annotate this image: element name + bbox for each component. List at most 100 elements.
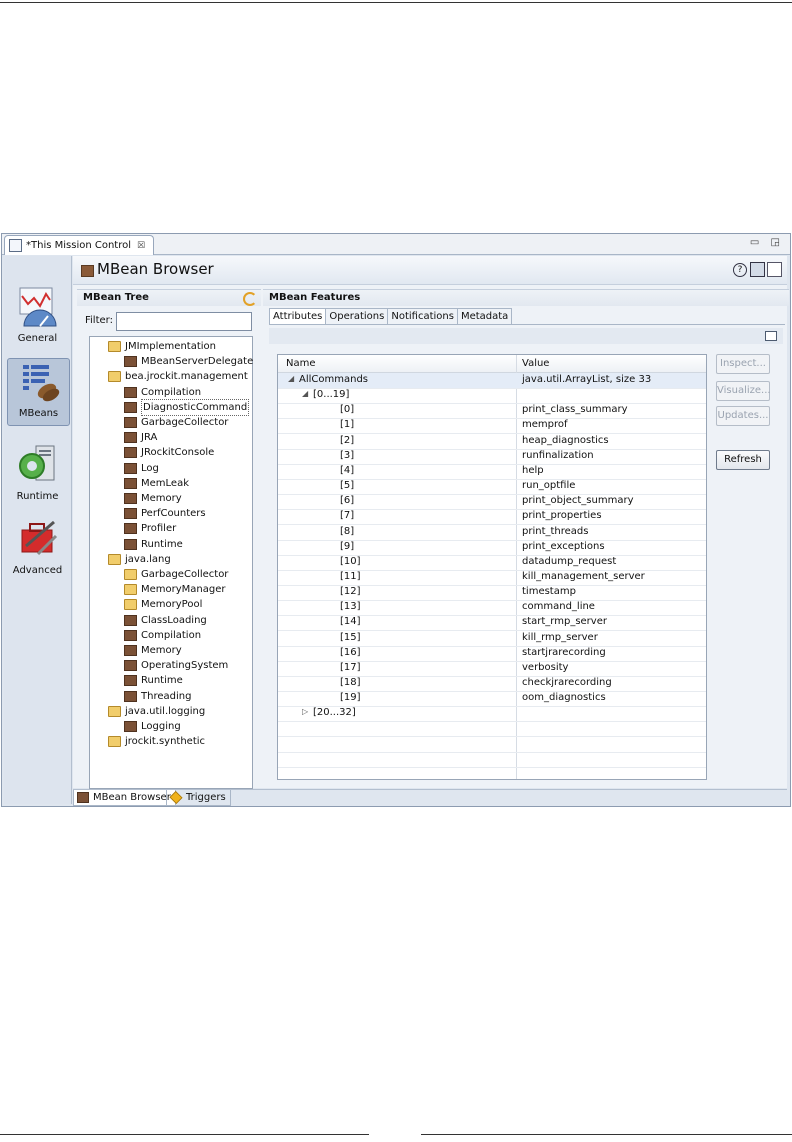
tree-node[interactable]: MBeanServerDelegate <box>124 354 253 369</box>
table-row[interactable]: [19] oom_diagnostics <box>278 691 706 708</box>
tree-node[interactable]: Memory <box>124 643 182 658</box>
tree-node[interactable]: GarbageCollector <box>124 415 228 430</box>
tree-node[interactable]: MemoryPool <box>124 597 202 612</box>
tab-triggers[interactable]: Triggers <box>166 790 231 806</box>
visualize-button[interactable]: Visualize... <box>716 381 771 401</box>
tree-node-label: JRockitConsole <box>141 447 215 459</box>
updates-button[interactable]: Updates... <box>716 406 770 426</box>
tree-node[interactable]: Log <box>124 461 159 476</box>
tree-node[interactable]: MemoryManager <box>124 582 226 597</box>
tree-node[interactable]: Logging <box>124 719 181 734</box>
tab-notifications[interactable]: Notifications <box>387 308 458 324</box>
table-row[interactable]: [0] print_class_summary <box>278 403 706 420</box>
editor-tab-title: *This Mission Control <box>26 240 131 251</box>
table-row[interactable]: [17] verbosity <box>278 661 706 677</box>
cell-value: runfinalization <box>522 449 594 461</box>
table-row[interactable]: [11] kill_management_server <box>278 570 706 586</box>
column-header-value[interactable]: Value <box>522 358 549 369</box>
tree-node[interactable]: Threading <box>124 689 191 704</box>
tree-node[interactable]: MemLeak <box>124 476 189 491</box>
tree-node[interactable]: Memory <box>124 491 182 506</box>
tree-node[interactable]: GarbageCollector <box>124 567 228 582</box>
sidebar-item-advanced[interactable]: Advanced <box>7 516 68 578</box>
tree-node[interactable]: PerfCounters <box>124 506 206 521</box>
folder-icon <box>124 569 137 580</box>
table-row[interactable]: [15] kill_rmp_server <box>278 631 706 647</box>
tree-node-label: Logging <box>141 721 181 732</box>
collapse-arrow-icon[interactable]: ◢ <box>302 389 308 398</box>
mbean-icon <box>124 432 137 444</box>
table-row[interactable]: [14] start_rmp_server <box>278 615 706 632</box>
layout-columns-icon[interactable] <box>750 262 765 277</box>
cell-name: [12] <box>340 586 361 598</box>
tree-node[interactable]: DiagnosticCommand <box>124 398 250 416</box>
tree-node[interactable]: jrockit.synthetic <box>108 734 205 749</box>
table-row[interactable]: ◢ [0...19] <box>278 388 706 405</box>
table-row[interactable]: [8] print_threads <box>278 525 706 541</box>
tree-node[interactable]: ClassLoading <box>124 613 207 628</box>
layout-rows-icon[interactable] <box>767 262 782 277</box>
table-row[interactable]: [1] memprof <box>278 418 706 435</box>
table-row[interactable]: [3] runfinalization <box>278 449 706 465</box>
tab-mbean-browser[interactable]: MBean Browser <box>73 790 176 806</box>
tab-metadata[interactable]: Metadata <box>456 308 513 324</box>
editor-tab[interactable]: *This Mission Control ☒ <box>4 235 154 255</box>
inspect-button[interactable]: Inspect... <box>716 354 770 374</box>
tree-node-label: Threading <box>141 690 192 702</box>
mbean-icon <box>124 614 137 626</box>
table-row[interactable]: [2] heap_diagnostics <box>278 434 706 450</box>
sidebar-item-runtime[interactable]: Runtime <box>7 442 68 504</box>
table-row[interactable]: [5] run_optfile <box>278 479 706 496</box>
table-row[interactable]: ◢ AllCommands java.util.ArrayList, size 33 <box>278 373 706 389</box>
window-controls[interactable]: ▭ ◲ <box>750 237 784 248</box>
close-tab-icon[interactable]: ☒ <box>137 241 145 251</box>
general-chart-icon <box>19 287 57 327</box>
tree-node[interactable]: Runtime <box>124 673 183 688</box>
tree-node-label: MBeanServerDelegate <box>141 356 254 368</box>
sidebar-item-mbeans[interactable]: MBeans <box>7 358 70 426</box>
table-row[interactable]: [18] checkjrarecording <box>278 676 706 692</box>
tree-node[interactable]: JMImplementation <box>108 339 216 354</box>
features-tabs: Attributes Operations Notifications Metadat… <box>269 308 513 324</box>
table-row[interactable]: [6] print_object_summary <box>278 494 706 511</box>
tree-node[interactable]: Compilation <box>124 628 201 643</box>
table-row[interactable]: [16] startjrarecording <box>278 646 706 662</box>
tree-node[interactable]: Profiler <box>124 521 176 536</box>
filter-input[interactable] <box>116 312 252 331</box>
mbean-icon <box>124 386 137 398</box>
tree-node-label: java.lang <box>125 553 171 565</box>
cell-value: checkjrarecording <box>522 677 612 688</box>
refresh-button[interactable]: Refresh <box>716 450 770 470</box>
table-row[interactable]: [7] print_properties <box>278 509 706 526</box>
refresh-tree-icon[interactable] <box>243 292 257 306</box>
mbean-icon <box>124 462 137 474</box>
expand-arrow-icon[interactable]: ▷ <box>302 707 308 716</box>
table-row[interactable]: [10] datadump_request <box>278 555 706 571</box>
tree-node[interactable]: Compilation <box>124 385 201 400</box>
tree-node[interactable]: OperatingSystem <box>124 658 228 673</box>
tree-node[interactable]: JRockitConsole <box>124 445 214 460</box>
cell-name: [14] <box>340 616 361 628</box>
page-bottom-rule-left <box>0 1134 369 1135</box>
collapse-arrow-icon[interactable]: ◢ <box>288 374 294 383</box>
mbean-features-title: MBean Features <box>269 292 361 303</box>
cell-value: datadump_request <box>522 555 617 567</box>
tab-operations[interactable]: Operations <box>325 308 389 324</box>
tab-attributes[interactable]: Attributes <box>269 308 327 324</box>
table-row[interactable]: [12] timestamp <box>278 585 706 602</box>
table-row[interactable]: [4] help <box>278 464 706 480</box>
tree-node-label: Memory <box>141 493 182 504</box>
help-icon[interactable]: ? <box>733 263 747 277</box>
column-header-name[interactable]: Name <box>286 358 316 369</box>
table-row[interactable]: ▷ [20...32] <box>278 706 706 723</box>
tree-node[interactable]: java.util.logging <box>108 704 205 719</box>
tree-node[interactable]: JRA <box>124 430 157 445</box>
tree-node[interactable]: bea.jrockit.management <box>108 369 248 384</box>
table-view-icon[interactable] <box>765 331 777 341</box>
table-row[interactable]: [13] command_line <box>278 600 706 617</box>
tree-node[interactable]: Runtime <box>124 537 183 552</box>
mbean-tree[interactable]: JMImplementation MBeanServerDelegate bea.j… <box>89 336 253 789</box>
sidebar-item-general[interactable]: General <box>7 284 68 346</box>
tree-node[interactable]: java.lang <box>108 552 171 567</box>
table-row[interactable]: [9] print_exceptions <box>278 540 706 556</box>
